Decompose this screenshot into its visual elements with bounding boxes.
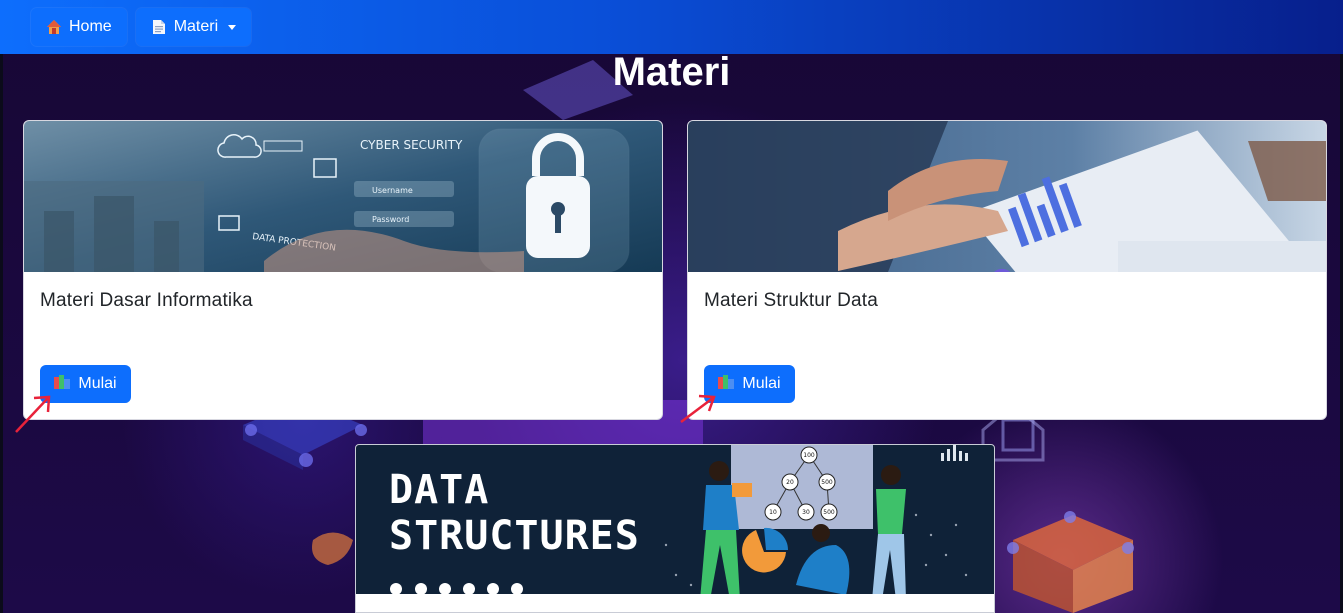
banner-footer-strip [356,594,994,612]
materi-label: Materi [173,18,219,35]
cyber-security-lock-image: CYBER SECURITY Username Password DATA PR… [24,121,662,272]
home-button[interactable]: Home [31,8,127,46]
card-title: Materi Struktur Data [704,290,878,311]
mulai-label: Mulai [78,375,117,392]
annotation-arrow-1 [15,395,51,433]
banner-illustration: 100 20 500 10 30 500 [390,445,968,600]
username-text: Username [372,186,413,195]
tree-node-label: 20 [786,479,794,486]
top-navbar: Home Materi [0,0,1343,54]
tree-node-label: 10 [769,509,777,516]
tree-node-label: 100 [803,452,815,459]
password-text: Password [372,215,409,224]
cyber-security-text: CYBER SECURITY [360,138,463,152]
tree-node-label: 30 [802,509,810,516]
card-dasar-informatika: CYBER SECURITY Username Password DATA PR… [23,120,663,420]
home-label: Home [69,18,112,35]
document-icon [151,19,167,35]
materi-dropdown-button[interactable]: Materi [135,8,252,46]
books-icon [718,374,735,394]
card-title: Materi Dasar Informatika [40,290,253,311]
card-struktur-data: Materi Struktur Data Mulai [687,120,1327,420]
tree-node-label: 500 [823,509,835,516]
mulai-label: Mulai [742,375,781,392]
tablet-analytics-image [688,121,1326,272]
data-structures-banner: DATA STRUCTURES 100 20 500 10 30 500 [355,444,995,613]
house-icon [46,19,62,35]
page-title: Materi [612,50,731,94]
books-icon [54,374,71,394]
tree-node-label: 500 [821,479,833,486]
annotation-arrow-2 [680,394,716,423]
chevron-down-icon [228,24,237,30]
